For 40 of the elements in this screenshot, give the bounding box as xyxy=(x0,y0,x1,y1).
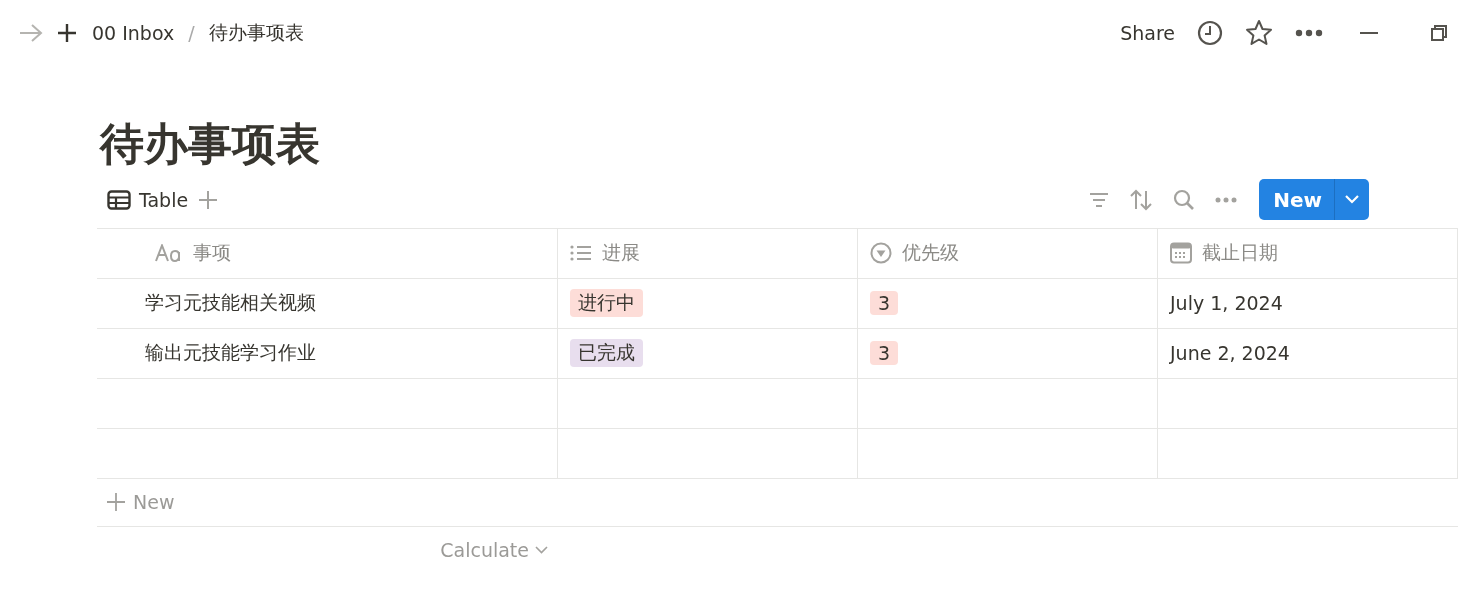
page-title: 待办事项表 xyxy=(100,118,321,171)
row-title[interactable]: 输出元技能学习作业 xyxy=(145,340,316,367)
clock-icon[interactable] xyxy=(1197,20,1223,46)
priority-tag: 3 xyxy=(870,291,899,316)
priority-tag: 3 xyxy=(870,341,899,366)
status-tag: 进行中 xyxy=(570,289,643,318)
new-row-button[interactable]: New xyxy=(107,491,175,514)
calendar-icon xyxy=(1170,242,1192,265)
restore-icon[interactable] xyxy=(1431,25,1447,41)
column-header[interactable]: 截止日期 xyxy=(1158,228,1458,278)
filter-icon[interactable] xyxy=(1089,191,1110,208)
view-tab[interactable]: Table xyxy=(97,188,199,211)
plus-icon[interactable] xyxy=(56,22,78,44)
star-icon[interactable] xyxy=(1245,19,1273,47)
forward-arrow-icon[interactable] xyxy=(18,22,44,44)
minimize-icon[interactable] xyxy=(1360,31,1378,35)
add-view-icon[interactable] xyxy=(198,189,219,210)
chevron-down-icon[interactable] xyxy=(1345,195,1359,205)
more-icon[interactable] xyxy=(1295,29,1323,37)
text-type-icon xyxy=(155,244,183,263)
column-header[interactable]: 优先级 xyxy=(858,228,1158,278)
breadcrumb-link[interactable]: 待办事项表 xyxy=(206,20,306,46)
calculate-button[interactable]: Calculate xyxy=(440,538,558,561)
list-icon xyxy=(570,244,592,263)
share-button[interactable]: Share xyxy=(1120,22,1175,44)
chevron-down-icon xyxy=(535,545,548,554)
search-icon[interactable] xyxy=(1173,188,1196,211)
sort-icon[interactable] xyxy=(1129,188,1154,211)
date-text: July 1, 2024 xyxy=(1170,292,1283,315)
dropdown-circle-icon xyxy=(870,242,892,265)
status-tag: 已完成 xyxy=(570,339,643,368)
plus-icon xyxy=(107,493,125,512)
breadcrumb-link[interactable]: 00 Inbox xyxy=(90,22,177,44)
column-header[interactable]: 进展 xyxy=(558,228,858,278)
new-button[interactable]: New xyxy=(1259,179,1369,221)
table-icon xyxy=(107,189,131,210)
date-text: June 2, 2024 xyxy=(1170,342,1290,365)
column-header[interactable]: 事项 xyxy=(97,228,558,278)
breadcrumb-separator: / xyxy=(188,22,195,44)
row-title[interactable]: 学习元技能相关视频 xyxy=(145,290,316,317)
